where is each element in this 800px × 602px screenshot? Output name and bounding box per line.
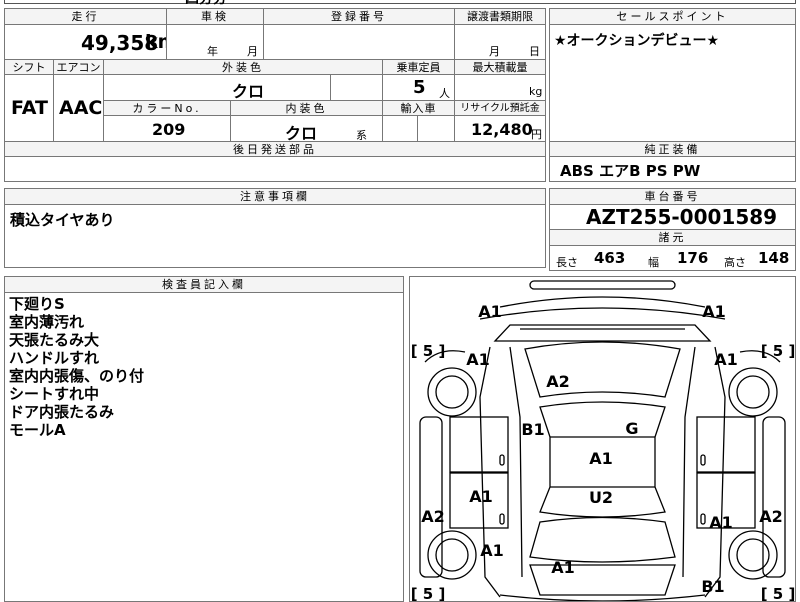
sales-point-cell: ★オークションデビュー★ bbox=[549, 24, 796, 142]
max-load-unit: kg bbox=[529, 85, 543, 98]
tire-tread-label: [ 5 ] bbox=[411, 342, 446, 360]
color-no-value: 209 bbox=[152, 120, 186, 139]
aircon-label: エアコン bbox=[53, 59, 104, 75]
tire-labels-svg: [ 5 ] [ 5 ] [ 5 ] [ 5 ] bbox=[411, 342, 795, 601]
recycle-cell: 12,480 円 bbox=[454, 115, 546, 142]
inspector-line: 室内内張傷、のり付 bbox=[9, 367, 145, 385]
length-label: 長さ bbox=[556, 256, 578, 269]
width-label: 幅 bbox=[648, 256, 659, 269]
width-value: 176 bbox=[677, 249, 709, 267]
inspection-label: 車検 bbox=[166, 8, 264, 25]
transfer-deadline-cell: 月 日 bbox=[454, 24, 546, 60]
top-strip bbox=[4, 0, 796, 4]
max-load-cell: kg bbox=[454, 74, 546, 101]
color-no-label: カラーNo. bbox=[103, 100, 231, 116]
notes-label: 注意事項欄 bbox=[4, 188, 546, 205]
top-partial-text: 四分分 bbox=[185, 0, 227, 8]
capacity-value: 5 bbox=[413, 77, 426, 98]
tire-tread-label: [ 5 ] bbox=[761, 342, 795, 360]
inspection-cell: 年 月 bbox=[166, 24, 264, 60]
shift-label: シフト bbox=[4, 59, 54, 75]
interior-color-label: 内装色 bbox=[230, 100, 383, 116]
registration-label: 登録番号 bbox=[263, 8, 455, 25]
inspector-line: 下廻りS bbox=[9, 295, 65, 313]
transfer-day-suffix: 日 bbox=[529, 45, 540, 58]
inspection-year-suffix: 年 bbox=[207, 45, 218, 58]
sales-point-text: ★オークションデビュー★ bbox=[554, 33, 720, 49]
height-label: 高さ bbox=[724, 256, 746, 269]
tire-tread-label: [ 5 ] bbox=[761, 585, 795, 601]
exterior-color-label: 外装色 bbox=[103, 59, 383, 75]
aircon-value: AAC bbox=[59, 97, 103, 119]
inspection-month-suffix: 月 bbox=[247, 45, 258, 58]
recycle-unit: 円 bbox=[531, 128, 542, 141]
color-no-cell: 209 bbox=[103, 115, 231, 142]
transfer-deadline-label: 譲渡書類期限 bbox=[454, 8, 546, 25]
aircon-cell: AAC bbox=[53, 74, 104, 142]
later-parts-label: 後日発送部品 bbox=[4, 141, 546, 157]
import-cell-b bbox=[417, 115, 455, 142]
inspector-line: モールA bbox=[9, 421, 66, 439]
capacity-unit: 人 bbox=[439, 87, 450, 100]
later-parts-cell bbox=[4, 156, 546, 182]
inspector-label: 検査員記入欄 bbox=[4, 276, 404, 293]
inspector-line: ハンドルすれ bbox=[9, 349, 100, 367]
exterior-color-value: クロ bbox=[232, 82, 265, 101]
sales-point-label: セールスポイント bbox=[549, 8, 796, 25]
dimensions-cell: 長さ 463 幅 176 高さ 148 bbox=[549, 245, 796, 271]
notes-cell: 積込タイヤあり bbox=[4, 204, 546, 268]
inspector-cell: 下廻りS 室内薄汚れ 天張たるみ大 ハンドルすれ 室内内張傷、のり付 シートすれ… bbox=[4, 292, 404, 602]
chassis-label: 車台番号 bbox=[549, 188, 796, 205]
import-label: 輸入車 bbox=[382, 100, 455, 116]
recycle-value: 12,480 bbox=[471, 120, 533, 139]
transfer-month-suffix: 月 bbox=[489, 45, 500, 58]
equipment-cell: ABS エアB PS PW bbox=[549, 156, 796, 182]
shift-value: FAT bbox=[11, 97, 48, 119]
interior-color-cell: クロ 系 bbox=[230, 115, 383, 143]
shift-cell: FAT bbox=[4, 74, 54, 142]
equipment-value: ABS エアB PS PW bbox=[560, 162, 701, 180]
exterior-color-cell: クロ bbox=[103, 74, 331, 101]
inspector-line: シートすれ中 bbox=[9, 385, 100, 403]
inspector-line: 天張たるみ大 bbox=[9, 331, 100, 349]
inspector-line: ドア内張たるみ bbox=[9, 403, 115, 421]
length-value: 463 bbox=[594, 249, 626, 267]
inspector-line: 室内薄汚れ bbox=[9, 313, 85, 331]
import-cell-a bbox=[382, 115, 418, 142]
chassis-value: AZT255-0001589 bbox=[586, 205, 778, 229]
capacity-label: 乗車定員 bbox=[382, 59, 455, 75]
chassis-cell: AZT255-0001589 bbox=[549, 204, 796, 230]
height-value: 148 bbox=[758, 249, 790, 267]
exterior-color-extra bbox=[330, 74, 383, 101]
mileage-cell: 49,358 km bbox=[4, 24, 177, 60]
vehicle-diagram: A1 A1 A1 A1 A2 B1 G A1 U2 A1 A1 A2 A2 A1 A1 B1 [ 5 ][ 5… bbox=[409, 276, 796, 602]
equipment-label: 純正装備 bbox=[549, 141, 796, 157]
registration-cell bbox=[263, 24, 455, 60]
recycle-label: リサイクル預託金 bbox=[454, 100, 546, 116]
capacity-cell: 5 人 bbox=[382, 74, 455, 101]
tire-tread-label: [ 5 ] bbox=[411, 585, 446, 601]
mileage-label: 走行 bbox=[4, 8, 167, 25]
max-load-label: 最大積載量 bbox=[454, 59, 546, 75]
notes-value: 積込タイヤあり bbox=[10, 211, 115, 229]
dimensions-label: 諸元 bbox=[549, 229, 796, 246]
